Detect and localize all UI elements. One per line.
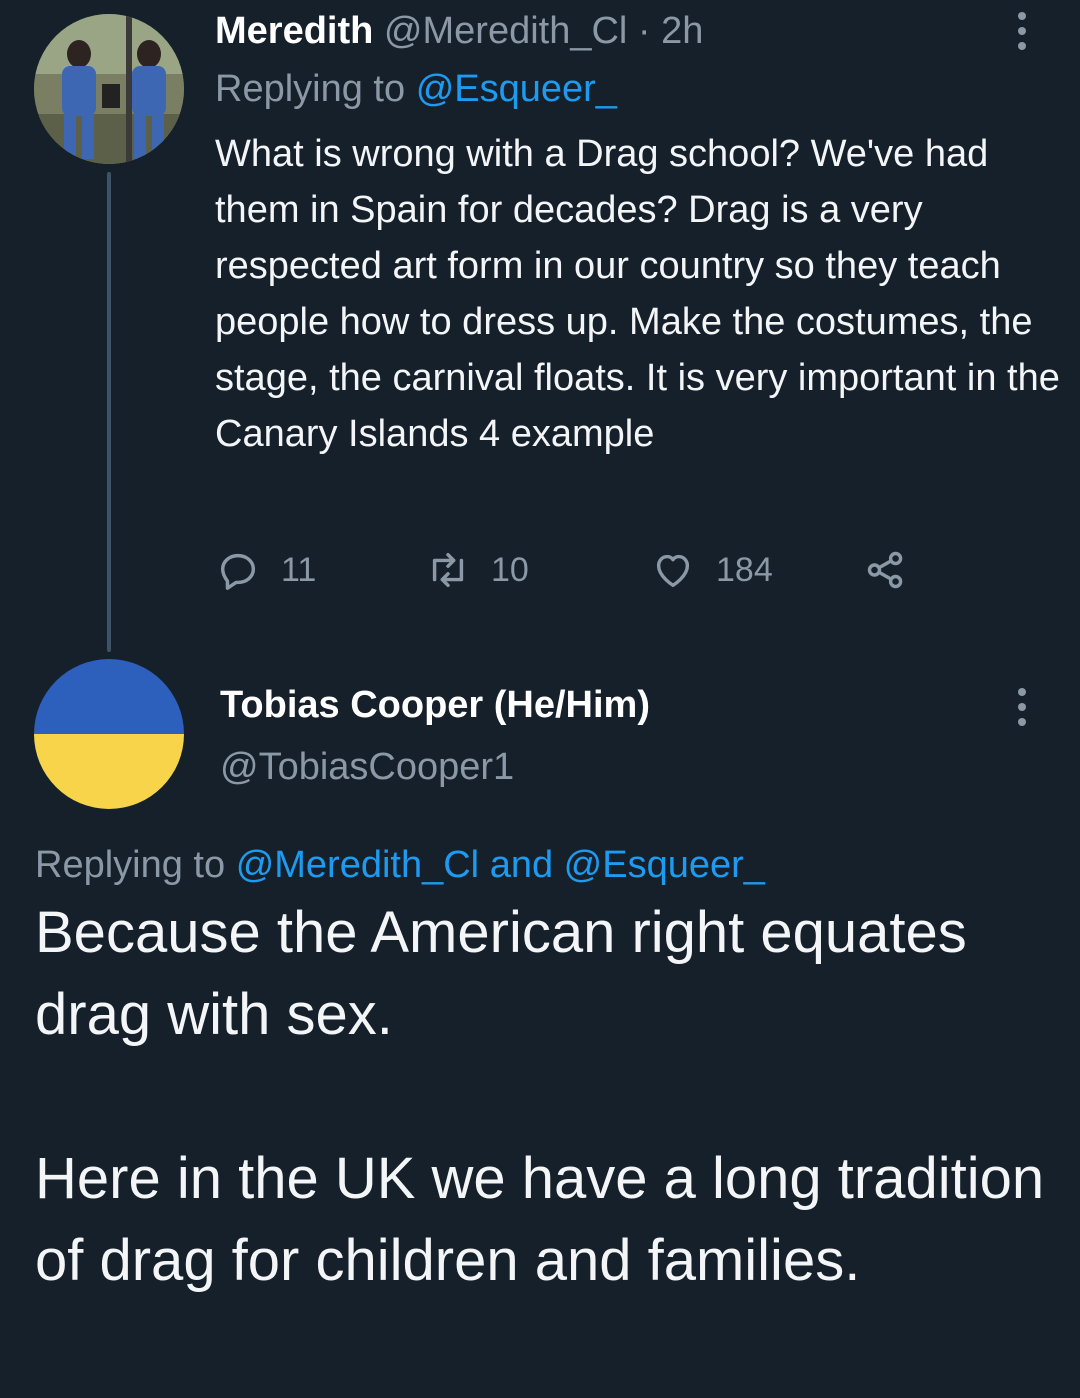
retweet-icon (432, 552, 464, 588)
tweet2-text: Because the American right equates drag … (35, 900, 1045, 1293)
share-button[interactable] (863, 540, 929, 600)
like-count: 184 (716, 550, 773, 589)
avatar-tobias[interactable] (34, 659, 184, 809)
reply-button[interactable]: 11 (215, 540, 316, 600)
tweet2-more-icon[interactable] (1016, 688, 1028, 726)
share-icon (867, 551, 903, 589)
reply-count: 11 (281, 550, 317, 589)
tweet1-more-icon[interactable] (1016, 12, 1028, 50)
like-button[interactable]: 184 (650, 540, 773, 600)
avatar-top-band (34, 659, 184, 734)
tweet2-replying-link-2[interactable]: @Esqueer_ (564, 844, 765, 886)
avatar-meredith[interactable] (34, 14, 184, 164)
tweet1-replying-link[interactable]: @Esqueer_ (416, 68, 617, 110)
tweet2-display-name[interactable]: Tobias Cooper (He/Him) (220, 682, 650, 728)
tweet1-header: Meredith @Meredith_Cl · 2h (215, 8, 703, 54)
tweet1-time[interactable]: 2h (661, 10, 703, 52)
like-icon (656, 554, 690, 588)
reply-icon (220, 553, 256, 590)
tweet1-replying-prefix: Replying to (215, 68, 406, 110)
tweet2-handle[interactable]: @TobiasCooper1 (220, 744, 514, 790)
flag-avatar (34, 659, 184, 809)
tweet1-handle[interactable]: @Meredith_Cl (384, 10, 627, 52)
tweet1-display-name[interactable]: Meredith (215, 10, 373, 52)
retweet-button[interactable]: 10 (425, 540, 529, 600)
thread-connector-line (107, 172, 111, 652)
tweet2-replying-to: Replying to @Meredith_Cl and @Esqueer_ (35, 842, 765, 888)
tweet2-replying-and: and (489, 844, 554, 886)
tweet2-replying-prefix: Replying to (35, 844, 226, 886)
tweet1-separator: · (637, 10, 651, 52)
avatar-bottom-band (34, 734, 184, 809)
tweet1-action-bar: 11 10 184 (215, 540, 935, 600)
tweet1-text: What is wrong with a Drag school? We've … (215, 133, 1060, 455)
tweet1-replying-to: Replying to @Esqueer_ (215, 66, 617, 112)
retweet-count: 10 (491, 550, 529, 589)
avatar-photo (34, 14, 184, 164)
tweet2-replying-link-1[interactable]: @Meredith_Cl (236, 844, 479, 886)
